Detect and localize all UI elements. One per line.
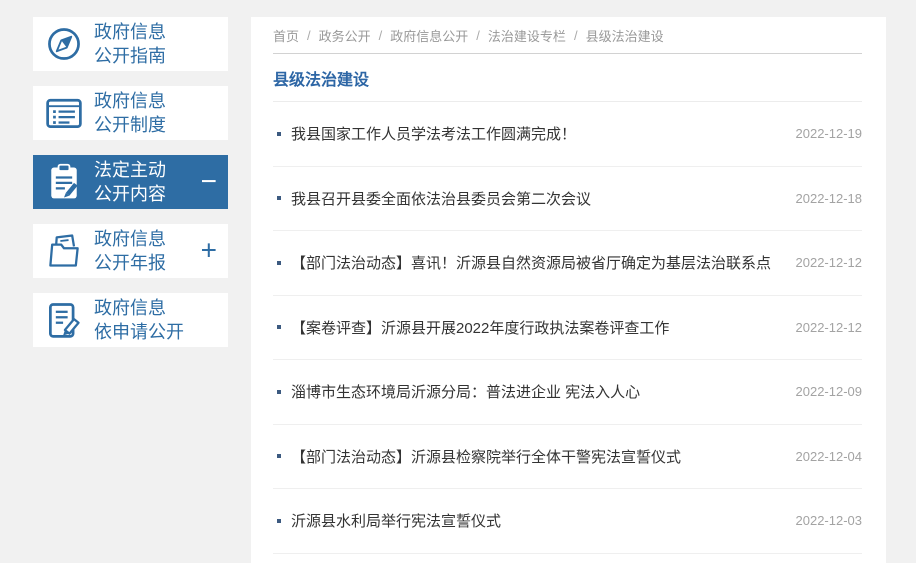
article-date: 2022-12-12 xyxy=(795,255,863,271)
breadcrumb-item[interactable]: 法治建设专栏 / xyxy=(488,26,586,45)
compass-icon xyxy=(43,23,85,65)
breadcrumb-separator: / xyxy=(573,27,578,43)
page-title: 县级法治建设 xyxy=(273,71,370,89)
sidebar-item-label-line1: 政府信息 xyxy=(94,298,166,318)
article-link[interactable]: 沂源县水利局举行宪法宣誓仪式 xyxy=(291,510,784,531)
breadcrumb: 首页 / 政务公开 / 政府信息公开 / 法治建设专栏 / 县级法治建设 / xyxy=(273,17,862,54)
sidebar-item[interactable]: 政府信息 公开年报 + xyxy=(33,224,228,278)
article-row: 淄博市生态环境局沂源分局：普法进企业 宪法入人心 2022-12-09 xyxy=(273,360,862,425)
breadcrumb-item-label[interactable]: 县级法治建设 xyxy=(586,26,664,45)
article-row: 沂源县水利局举行宪法宣誓仪式 2022-12-03 xyxy=(273,489,862,554)
article-date: 2022-12-09 xyxy=(795,384,863,400)
sidebar-item-label-line1: 政府信息 xyxy=(94,229,166,249)
breadcrumb-item-label[interactable]: 政务公开 xyxy=(319,26,371,45)
article-date: 2022-12-04 xyxy=(795,448,863,464)
article-list: 我县国家工作人员学法考法工作圆满完成！ 2022-12-19 我县召开县委全面依… xyxy=(273,102,862,554)
article-link[interactable]: 我县召开县委全面依法治县委员会第二次会议 xyxy=(291,188,784,209)
sidebar-item-label-line2: 公开指南 xyxy=(94,46,166,66)
breadcrumb-item[interactable]: 首页 / xyxy=(273,26,319,45)
document-pen-icon xyxy=(43,299,85,341)
sidebar-item-label-line2: 公开年报 xyxy=(94,253,166,273)
article-link[interactable]: 【部门法治动态】沂源县检察院举行全体干警宪法宣誓仪式 xyxy=(291,446,784,467)
breadcrumb-item[interactable]: 政务公开 / xyxy=(319,26,391,45)
article-date: 2022-12-12 xyxy=(795,319,863,335)
bullet-icon xyxy=(277,518,281,523)
sidebar-item-label-line1: 政府信息 xyxy=(94,22,166,42)
section-header: 县级法治建设 xyxy=(273,54,862,102)
sidebar-item-label-line1: 法定主动 xyxy=(94,160,166,180)
article-date: 2022-12-19 xyxy=(795,126,863,142)
sidebar-item-label: 政府信息 公开年报 xyxy=(94,227,166,275)
sidebar-item-label: 政府信息 依申请公开 xyxy=(94,296,184,344)
sidebar-item[interactable]: 政府信息 公开指南 xyxy=(33,17,228,71)
breadcrumb-item-label[interactable]: 政府信息公开 xyxy=(390,26,468,45)
breadcrumb-item[interactable]: 县级法治建设 / xyxy=(586,26,664,45)
sidebar-item-label-line2: 依申请公开 xyxy=(94,322,184,342)
sidebar-item-label: 政府信息 公开制度 xyxy=(94,89,166,137)
sidebar-item-label-line1: 政府信息 xyxy=(94,91,166,111)
article-row: 【案卷评查】沂源县开展2022年度行政执法案卷评查工作 2022-12-12 xyxy=(273,296,863,360)
bullet-icon xyxy=(277,325,281,330)
bullet-icon xyxy=(277,131,281,136)
bullet-icon xyxy=(277,454,281,459)
article-row: 我县国家工作人员学法考法工作圆满完成！ 2022-12-19 xyxy=(273,102,862,167)
article-link[interactable]: 【案卷评查】沂源县开展2022年度行政执法案卷评查工作 xyxy=(291,317,784,338)
article-date: 2022-12-18 xyxy=(795,190,863,206)
sidebar-item-label-line2: 公开制度 xyxy=(94,115,166,135)
document-list-icon xyxy=(43,92,85,134)
breadcrumb-separator: / xyxy=(476,27,480,43)
sidebar-item[interactable]: 法定主动 公开内容 − xyxy=(33,155,228,209)
breadcrumb-item-label[interactable]: 法治建设专栏 xyxy=(488,26,566,45)
expand-toggle-icon[interactable]: + xyxy=(201,236,217,264)
page: { "colors": { "accent_blue": "#2e6da4", … xyxy=(0,0,916,563)
breadcrumb-separator: / xyxy=(378,27,383,43)
breadcrumb-item-label[interactable]: 首页 xyxy=(273,26,299,45)
article-link[interactable]: 淄博市生态环境局沂源分局：普法进企业 宪法入人心 xyxy=(291,381,784,402)
sidebar-item[interactable]: 政府信息 依申请公开 xyxy=(33,293,228,347)
sidebar-item[interactable]: 政府信息 公开制度 xyxy=(33,86,228,140)
bullet-icon xyxy=(277,196,281,201)
article-row: 【部门法治动态】喜讯！沂源县自然资源局被省厅确定为基层法治联系点 2022-12… xyxy=(273,231,862,296)
clipboard-pen-icon xyxy=(43,161,85,203)
main-panel: 首页 / 政务公开 / 政府信息公开 / 法治建设专栏 / 县级法治建设 / xyxy=(251,17,886,563)
breadcrumb-separator: / xyxy=(307,27,311,43)
expand-toggle-icon[interactable]: − xyxy=(201,167,217,195)
sidebar-item-label: 政府信息 公开指南 xyxy=(94,20,166,68)
article-row: 【部门法治动态】沂源县检察院举行全体干警宪法宣誓仪式 2022-12-04 xyxy=(273,425,863,489)
folder-icon xyxy=(43,230,85,272)
sidebar-item-label-line2: 公开内容 xyxy=(94,184,166,204)
article-row: 我县召开县委全面依法治县委员会第二次会议 2022-12-18 xyxy=(273,167,863,231)
article-link[interactable]: 我县国家工作人员学法考法工作圆满完成！ xyxy=(291,123,784,144)
breadcrumb-item[interactable]: 政府信息公开 / xyxy=(390,26,488,45)
bullet-icon xyxy=(277,260,281,265)
article-date: 2022-12-03 xyxy=(795,513,863,529)
bullet-icon xyxy=(277,389,281,394)
article-link[interactable]: 【部门法治动态】喜讯！沂源县自然资源局被省厅确定为基层法治联系点 xyxy=(291,252,784,273)
sidebar: 政府信息 公开指南 政府信息 公开制度 法定主动 公开内容 − 政府信息 公开年… xyxy=(33,17,228,362)
sidebar-item-label: 法定主动 公开内容 xyxy=(94,158,166,206)
